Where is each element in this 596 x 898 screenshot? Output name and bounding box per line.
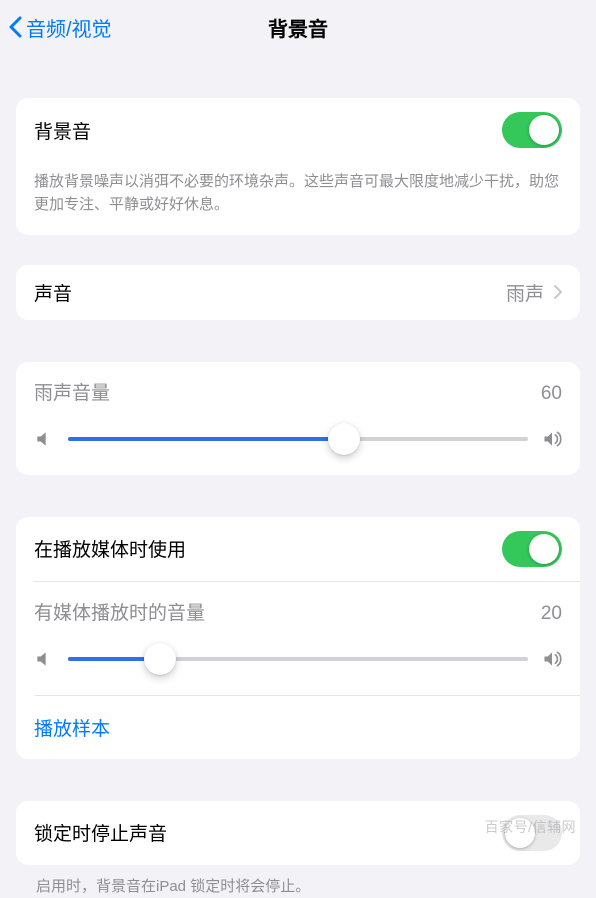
row-use-with-media-toggle: 在播放媒体时使用 (16, 517, 580, 581)
group-media-playback: 在播放媒体时使用 有媒体播放时的音量 20 (16, 517, 580, 759)
media-volume-value: 20 (541, 603, 562, 625)
chevron-left-icon (8, 16, 22, 38)
toggle-knob (529, 534, 559, 564)
group-sound: 声音 雨声 (16, 265, 580, 320)
volume-low-icon (34, 429, 54, 449)
use-with-media-label: 在播放媒体时使用 (34, 535, 186, 562)
row-background-sound-toggle: 背景音 (16, 98, 580, 162)
rain-volume-label: 雨声音量 (34, 378, 110, 405)
play-sample-link: 播放样本 (34, 719, 110, 740)
chevron-right-icon (554, 285, 562, 299)
rain-volume-value: 60 (541, 383, 562, 405)
toggle-knob (529, 115, 559, 145)
row-play-sample[interactable]: 播放样本 (16, 696, 580, 759)
stop-on-lock-description: 启用时，背景音在iPad 锁定时将会停止。 (16, 865, 580, 898)
back-label: 音频/视觉 (26, 13, 112, 42)
sound-label: 声音 (34, 279, 72, 306)
volume-low-icon (34, 649, 54, 669)
back-button[interactable]: 音频/视觉 (8, 13, 112, 42)
volume-high-icon (542, 649, 562, 669)
rain-volume-slider[interactable] (68, 423, 528, 455)
page-title: 背景音 (268, 13, 328, 42)
use-with-media-toggle[interactable] (502, 531, 562, 567)
volume-high-icon (542, 429, 562, 449)
media-volume-label: 有媒体播放时的音量 (34, 598, 205, 625)
background-sound-description: 播放背景噪声以消弭不必要的环境杂声。这些声音可最大限度地减少干扰，助您更加专注、… (16, 162, 580, 235)
background-sound-toggle[interactable] (502, 112, 562, 148)
media-volume-slider[interactable] (68, 643, 528, 675)
nav-bar: 音频/视觉 背景音 (0, 0, 596, 54)
group-rain-volume: 雨声音量 60 (16, 362, 580, 475)
background-sound-label: 背景音 (34, 117, 91, 144)
stop-on-lock-label: 锁定时停止声音 (34, 819, 167, 846)
row-sound-select[interactable]: 声音 雨声 (16, 265, 580, 320)
sound-value: 雨声 (506, 279, 544, 306)
group-background-sound: 背景音 播放背景噪声以消弭不必要的环境杂声。这些声音可最大限度地减少干扰，助您更… (16, 98, 580, 235)
watermark: 百家号/信辅网 (485, 817, 576, 837)
